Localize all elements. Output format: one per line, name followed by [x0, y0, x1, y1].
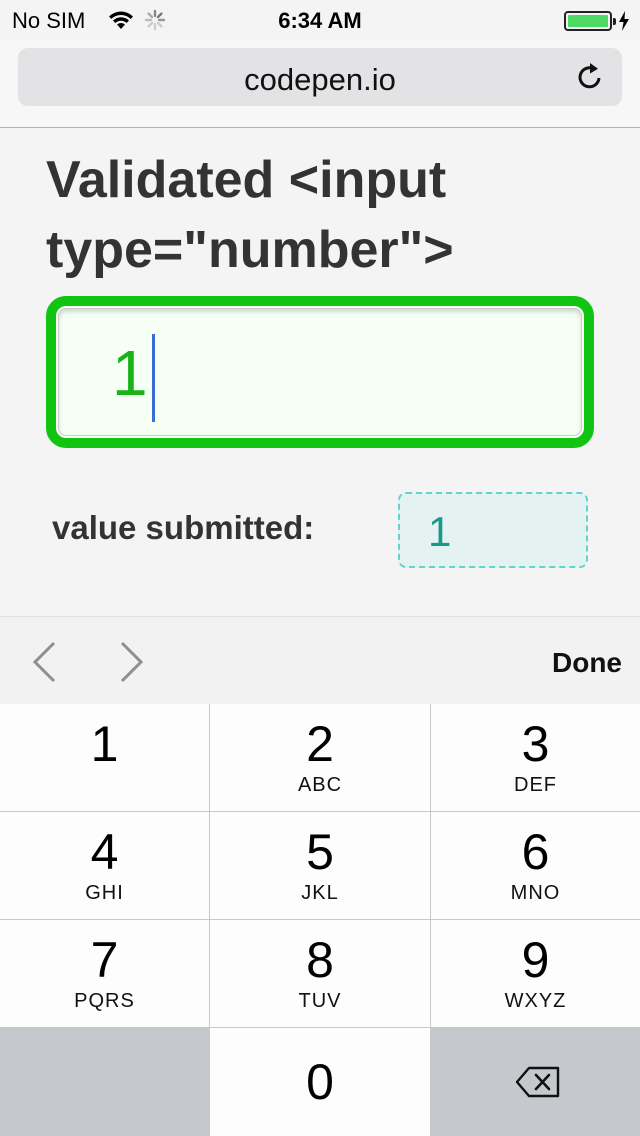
key-digit: 4 [90, 824, 119, 880]
clock: 6:34 AM [278, 8, 362, 33]
battery-icon [564, 11, 616, 31]
key-3[interactable]: 3 DEF [431, 704, 640, 811]
number-input[interactable]: 1 [46, 296, 594, 448]
charging-icon [618, 10, 630, 37]
key-digit: 1 [90, 716, 119, 772]
submitted-label: value submitted: [52, 509, 315, 546]
key-digit: 2 [306, 716, 334, 772]
key-letters: GHI [85, 882, 124, 904]
key-letters: JKL [301, 882, 339, 904]
key-4[interactable]: 4 GHI [0, 812, 209, 919]
key-letters: TUV [298, 990, 342, 1012]
key-digit: 9 [521, 932, 550, 988]
key-digit: 5 [306, 824, 334, 880]
page-title: Validated <input type="number"> [46, 151, 454, 279]
status-bar: No SIM 6:34 AM [0, 0, 640, 40]
key-digit: 7 [90, 932, 119, 988]
key-letters: MNO [510, 882, 561, 904]
url-field[interactable]: codepen.io [18, 48, 622, 106]
key-blank [0, 1028, 209, 1136]
chevron-left-icon[interactable] [30, 641, 60, 683]
key-8[interactable]: 8 TUV [210, 920, 430, 1027]
key-0[interactable]: 0 [210, 1028, 430, 1136]
number-input-value: 1 [112, 337, 148, 409]
key-7[interactable]: 7 PQRS [0, 920, 209, 1027]
chevron-right-icon[interactable] [116, 641, 146, 683]
address-bar: codepen.io [0, 40, 640, 128]
numeric-keypad: 1 2 ABC 3 DEF 4 GHI 5 JKL 6 MNO 7 PQRS 8… [0, 704, 640, 1136]
key-1[interactable]: 1 [0, 704, 209, 811]
key-letters: PQRS [74, 990, 135, 1012]
battery-fill [568, 15, 608, 27]
key-digit: 8 [306, 932, 334, 988]
delete-key[interactable] [431, 1028, 640, 1136]
key-digit: 0 [306, 1054, 334, 1110]
text-caret [152, 334, 155, 422]
url-text[interactable]: codepen.io [18, 62, 622, 98]
key-letters: ABC [297, 774, 343, 796]
submitted-value-box: 1 [398, 492, 588, 568]
form-accessory-bar: Done [0, 616, 640, 704]
key-6[interactable]: 6 MNO [431, 812, 640, 919]
submitted-value: 1 [428, 508, 452, 555]
page-content: Validated <input type="number"> 1 value … [0, 129, 640, 616]
backspace-icon [515, 1066, 561, 1103]
key-letters: WXYZ [504, 990, 567, 1012]
key-digit: 6 [521, 824, 550, 880]
reload-icon[interactable] [574, 61, 606, 93]
done-button[interactable]: Done [552, 647, 622, 679]
key-5[interactable]: 5 JKL [210, 812, 430, 919]
key-9[interactable]: 9 WXYZ [431, 920, 640, 1027]
key-digit: 3 [521, 716, 550, 772]
key-letters: DEF [514, 774, 557, 796]
key-2[interactable]: 2 ABC [210, 704, 430, 811]
